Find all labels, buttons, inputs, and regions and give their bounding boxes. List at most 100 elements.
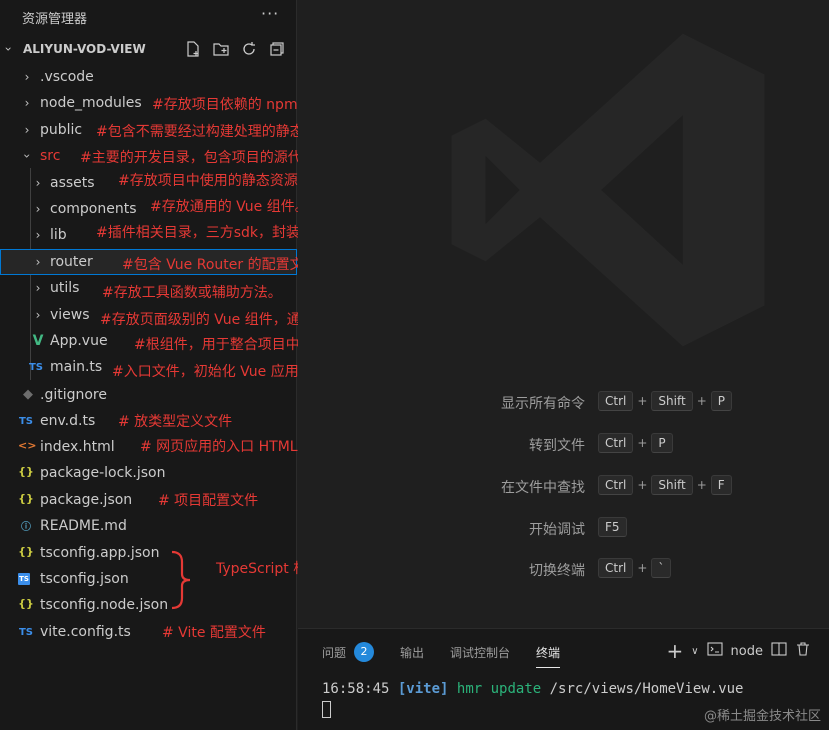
tree-item-label: tsconfig.node.json [40, 597, 169, 613]
new-folder-icon[interactable] [212, 40, 232, 60]
annotation-note: #存放工具函数或辅助方法。 [102, 285, 282, 301]
key-plus: + [637, 394, 648, 408]
tree-folder-router[interactable]: › router #包含 Vue Router 的配置文件。 [0, 249, 332, 275]
tree-item-label: env.d.ts [40, 413, 96, 429]
tree-folder-lib[interactable]: › lib #插件相关目录，三方sdk，封装的方法等 [0, 222, 356, 248]
tree-folder-node-modules[interactable]: › node_modules #存放项目依赖的 npm 包。 [0, 90, 330, 116]
tree-file-gitignore[interactable]: ◆ .gitignore [0, 382, 297, 408]
tab-output[interactable]: 输出 [400, 644, 424, 661]
tree-file-app-vue[interactable]: V App.vue #根组件，用于整合项目中的其他组件。 [0, 328, 384, 354]
bottom-panel: 问题 2 输出 调试控制台 终端 + ∨ node 16:58:45 [vite… [298, 628, 829, 730]
collapse-all-icon[interactable] [268, 40, 288, 60]
tree-file-tsconfig-node-json[interactable]: {} tsconfig.node.json [0, 592, 297, 618]
tree-item-label: main.ts [50, 359, 103, 375]
explorer-sidebar: 资源管理器 ··· › ALIYUN-VOD-VIEW › .vscode › … [0, 0, 682, 730]
tree-item-label: App.vue [50, 333, 108, 349]
command-show-all[interactable]: 显示所有命令 Ctrl + Shift + P [298, 389, 829, 415]
tree-file-env-d-ts[interactable]: TS env.d.ts # 放类型定义文件 [0, 408, 297, 434]
chevron-down-icon: › [1, 46, 16, 52]
typescript-file-icon: TS [28, 362, 44, 373]
new-terminal-icon[interactable]: + [666, 639, 683, 663]
info-file-icon: ⓘ [21, 522, 31, 533]
key-plus: + [637, 478, 648, 492]
tree-folder-src[interactable]: › src #主要的开发目录，包含项目的源代码。 [0, 143, 330, 169]
command-label: 转到文件 [529, 438, 585, 454]
tree-file-vite-config-ts[interactable]: TS vite.config.ts # Vite 配置文件 [0, 619, 297, 645]
editor-welcome-area: 显示所有命令 Ctrl + Shift + P 转到文件 Ctrl + P 在文… [298, 0, 829, 628]
command-toggle-terminal[interactable]: 切换终端 Ctrl + ` [298, 556, 829, 582]
new-file-icon[interactable] [184, 40, 204, 60]
tree-file-package-json[interactable]: {} package.json # 项目配置文件 [0, 487, 297, 513]
terminal-time: 16:58:45 [322, 681, 390, 697]
tree-folder-assets[interactable]: › assets #存放项目中使用的静态资源，如图片、样式文件等。 [0, 170, 452, 196]
key-p: P [710, 391, 733, 411]
tree-item-label: assets [50, 175, 95, 191]
command-find-in-files[interactable]: 在文件中查找 Ctrl + Shift + F [298, 473, 829, 499]
html-file-icon: <> [18, 439, 37, 452]
tree-item-label: package-lock.json [40, 465, 166, 481]
tab-debug-console[interactable]: 调试控制台 [450, 644, 510, 661]
tree-file-main-ts[interactable]: TS main.ts #入口文件，初始化 Vue 应用并加载所需的插件等。 [0, 354, 439, 380]
key-ctrl: Ctrl [598, 433, 634, 453]
tree-folder-components[interactable]: › components #存放通用的 Vue 组件。 [0, 196, 309, 222]
command-go-to-file[interactable]: 转到文件 Ctrl + P [298, 431, 829, 457]
terminal-vite-tag: [vite] [397, 681, 449, 697]
tree-item-label: src [40, 148, 61, 164]
chevron-right-icon: › [35, 255, 41, 269]
trash-icon[interactable] [795, 641, 811, 661]
tree-file-index-html[interactable]: <> index.html # 网页应用的入口 HTML 文件 [0, 434, 330, 460]
tree-folder-views[interactable]: › views #存放页面级别的 Vue 组件，通常与路由对应。 [0, 302, 399, 328]
chevron-right-icon: › [35, 202, 41, 216]
chevron-down-icon[interactable]: ∨ [691, 646, 698, 657]
problems-count-badge: 2 [354, 642, 375, 662]
chevron-right-icon: › [24, 96, 30, 110]
terminal-cursor[interactable] [322, 701, 331, 718]
refresh-icon[interactable] [240, 40, 260, 60]
more-actions-icon[interactable]: ··· [261, 4, 279, 23]
tree-file-readme[interactable]: ⓘ README.md [0, 513, 297, 539]
tree-item-label: lib [50, 227, 67, 243]
annotation-note: # 项目配置文件 [158, 493, 259, 509]
typescript-file-icon: TS [18, 627, 34, 638]
command-label: 在文件中查找 [501, 480, 585, 496]
curly-brace-annotation [171, 550, 191, 610]
project-name: ALIYUN-VOD-VIEW [23, 42, 146, 56]
git-file-icon: ◆ [23, 387, 33, 402]
tree-folder-vscode[interactable]: › .vscode [0, 64, 297, 90]
tree-item-label: README.md [40, 518, 127, 534]
command-start-debugging[interactable]: 开始调试 F5 [298, 515, 829, 541]
tree-item-label: public [40, 122, 83, 138]
terminal-name[interactable]: node [731, 644, 763, 659]
tab-terminal[interactable]: 终端 [536, 644, 561, 668]
key-ctrl: Ctrl [598, 475, 634, 495]
tree-item-label: components [50, 201, 137, 217]
chevron-right-icon: › [24, 123, 30, 137]
chevron-right-icon: › [35, 308, 41, 322]
command-label: 开始调试 [529, 522, 585, 538]
tab-problems[interactable]: 问题 [322, 644, 346, 661]
tree-folder-public[interactable]: › public #包含不需要经过构建处理的静态资源文件，如 index.htm… [0, 117, 682, 143]
annotation-note: # Vite 配置文件 [162, 625, 266, 641]
key-f: F [710, 475, 732, 495]
annotation-note: #存放通用的 Vue 组件。 [150, 199, 309, 215]
json-file-icon: {} [18, 597, 34, 610]
tree-item-label: node_modules [40, 95, 142, 111]
key-ctrl: Ctrl [598, 558, 634, 578]
key-ctrl: Ctrl [598, 391, 634, 411]
annotation-note: #主要的开发目录，包含项目的源代码。 [80, 150, 330, 166]
tree-item-label: tsconfig.app.json [40, 545, 160, 561]
key-plus: + [637, 436, 648, 450]
terminal-hmr-text: hmr update [456, 681, 542, 697]
chevron-right-icon: › [24, 70, 30, 84]
tsconfig-file-icon: TS [18, 573, 30, 585]
tree-file-package-lock-json[interactable]: {} package-lock.json [0, 460, 297, 486]
chevron-right-icon: › [35, 176, 41, 190]
tree-item-label: vite.config.ts [40, 624, 131, 640]
split-terminal-icon[interactable] [771, 641, 787, 661]
typescript-file-icon: TS [18, 416, 34, 427]
tree-folder-utils[interactable]: › utils #存放工具函数或辅助方法。 [0, 275, 297, 301]
tree-item-label: views [50, 307, 90, 323]
tree-item-label: router [50, 254, 93, 270]
tree-item-label: tsconfig.json [40, 571, 129, 587]
chevron-right-icon: › [35, 281, 41, 295]
